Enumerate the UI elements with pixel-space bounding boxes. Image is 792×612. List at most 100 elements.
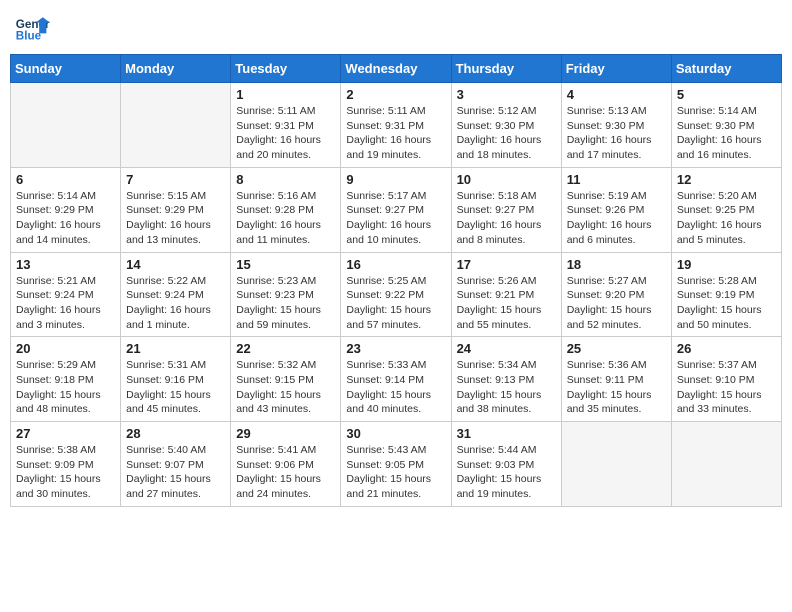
weekday-header-thursday: Thursday — [451, 55, 561, 83]
weekday-header-tuesday: Tuesday — [231, 55, 341, 83]
day-number: 29 — [236, 426, 335, 441]
calendar-cell: 29 Sunrise: 5:41 AM Sunset: 9:06 PM Dayli… — [231, 422, 341, 507]
day-info: Sunrise: 5:25 AM Sunset: 9:22 PM Dayligh… — [346, 274, 445, 333]
day-number: 21 — [126, 341, 225, 356]
calendar-cell: 17 Sunrise: 5:26 AM Sunset: 9:21 PM Dayli… — [451, 252, 561, 337]
weekday-header-wednesday: Wednesday — [341, 55, 451, 83]
calendar-cell — [561, 422, 671, 507]
day-number: 14 — [126, 257, 225, 272]
day-number: 15 — [236, 257, 335, 272]
logo: General Blue — [14, 10, 50, 46]
calendar-cell: 14 Sunrise: 5:22 AM Sunset: 9:24 PM Dayli… — [121, 252, 231, 337]
calendar-cell: 31 Sunrise: 5:44 AM Sunset: 9:03 PM Dayli… — [451, 422, 561, 507]
calendar-cell: 4 Sunrise: 5:13 AM Sunset: 9:30 PM Daylig… — [561, 83, 671, 168]
calendar-cell: 30 Sunrise: 5:43 AM Sunset: 9:05 PM Dayli… — [341, 422, 451, 507]
calendar-cell: 26 Sunrise: 5:37 AM Sunset: 9:10 PM Dayli… — [671, 337, 781, 422]
calendar-cell: 20 Sunrise: 5:29 AM Sunset: 9:18 PM Dayli… — [11, 337, 121, 422]
weekday-header-saturday: Saturday — [671, 55, 781, 83]
day-number: 26 — [677, 341, 776, 356]
weekday-header-friday: Friday — [561, 55, 671, 83]
day-info: Sunrise: 5:11 AM Sunset: 9:31 PM Dayligh… — [236, 104, 335, 163]
day-number: 28 — [126, 426, 225, 441]
day-number: 16 — [346, 257, 445, 272]
day-number: 25 — [567, 341, 666, 356]
calendar-cell: 10Sunrise: 5:18 AM Sunset: 9:27 PM Dayli… — [451, 167, 561, 252]
day-number: 19 — [677, 257, 776, 272]
day-info: Sunrise: 5:23 AM Sunset: 9:23 PM Dayligh… — [236, 274, 335, 333]
day-number: 24 — [457, 341, 556, 356]
day-info: Sunrise: 5:26 AM Sunset: 9:21 PM Dayligh… — [457, 274, 556, 333]
day-info: Sunrise: 5:11 AM Sunset: 9:31 PM Dayligh… — [346, 104, 445, 163]
week-row-2: 6Sunrise: 5:14 AM Sunset: 9:29 PM Daylig… — [11, 167, 782, 252]
day-info: Sunrise: 5:12 AM Sunset: 9:30 PM Dayligh… — [457, 104, 556, 163]
day-info: Sunrise: 5:29 AM Sunset: 9:18 PM Dayligh… — [16, 358, 115, 417]
day-number: 18 — [567, 257, 666, 272]
day-info: Sunrise: 5:27 AM Sunset: 9:20 PM Dayligh… — [567, 274, 666, 333]
page-header: General Blue — [10, 10, 782, 46]
calendar-cell: 27 Sunrise: 5:38 AM Sunset: 9:09 PM Dayli… — [11, 422, 121, 507]
day-info: Sunrise: 5:40 AM Sunset: 9:07 PM Dayligh… — [126, 443, 225, 502]
calendar-cell: 16 Sunrise: 5:25 AM Sunset: 9:22 PM Dayli… — [341, 252, 451, 337]
day-info: Sunrise: 5:44 AM Sunset: 9:03 PM Dayligh… — [457, 443, 556, 502]
calendar-cell: 7 Sunrise: 5:15 AM Sunset: 9:29 PM Daylig… — [121, 167, 231, 252]
day-number: 17 — [457, 257, 556, 272]
day-info: Sunrise: 5:36 AM Sunset: 9:11 PM Dayligh… — [567, 358, 666, 417]
day-number: 20 — [16, 341, 115, 356]
day-number: 9 — [346, 172, 445, 187]
day-info: Sunrise: 5:38 AM Sunset: 9:09 PM Dayligh… — [16, 443, 115, 502]
week-row-4: 20 Sunrise: 5:29 AM Sunset: 9:18 PM Dayli… — [11, 337, 782, 422]
day-number: 4 — [567, 87, 666, 102]
calendar-cell: 22Sunrise: 5:32 AM Sunset: 9:15 PM Dayli… — [231, 337, 341, 422]
calendar-cell: 21 Sunrise: 5:31 AM Sunset: 9:16 PM Dayli… — [121, 337, 231, 422]
day-info: Sunrise: 5:20 AM Sunset: 9:25 PM Dayligh… — [677, 189, 776, 248]
day-number: 30 — [346, 426, 445, 441]
day-number: 7 — [126, 172, 225, 187]
day-number: 8 — [236, 172, 335, 187]
day-info: Sunrise: 5:37 AM Sunset: 9:10 PM Dayligh… — [677, 358, 776, 417]
calendar-cell: 9Sunrise: 5:17 AM Sunset: 9:27 PM Daylig… — [341, 167, 451, 252]
calendar-cell: 5Sunrise: 5:14 AM Sunset: 9:30 PM Daylig… — [671, 83, 781, 168]
day-number: 5 — [677, 87, 776, 102]
day-number: 3 — [457, 87, 556, 102]
day-number: 23 — [346, 341, 445, 356]
day-number: 1 — [236, 87, 335, 102]
week-row-1: 1 Sunrise: 5:11 AM Sunset: 9:31 PM Daylig… — [11, 83, 782, 168]
calendar-cell: 1 Sunrise: 5:11 AM Sunset: 9:31 PM Daylig… — [231, 83, 341, 168]
day-info: Sunrise: 5:41 AM Sunset: 9:06 PM Dayligh… — [236, 443, 335, 502]
calendar-cell: 2 Sunrise: 5:11 AM Sunset: 9:31 PM Daylig… — [341, 83, 451, 168]
day-info: Sunrise: 5:13 AM Sunset: 9:30 PM Dayligh… — [567, 104, 666, 163]
calendar-cell: 12Sunrise: 5:20 AM Sunset: 9:25 PM Dayli… — [671, 167, 781, 252]
calendar-cell: 6Sunrise: 5:14 AM Sunset: 9:29 PM Daylig… — [11, 167, 121, 252]
day-info: Sunrise: 5:28 AM Sunset: 9:19 PM Dayligh… — [677, 274, 776, 333]
day-number: 13 — [16, 257, 115, 272]
calendar-table: SundayMondayTuesdayWednesdayThursdayFrid… — [10, 54, 782, 507]
day-number: 10 — [457, 172, 556, 187]
calendar-cell: 25 Sunrise: 5:36 AM Sunset: 9:11 PM Dayli… — [561, 337, 671, 422]
svg-text:Blue: Blue — [16, 30, 42, 43]
calendar-cell: 11 Sunrise: 5:19 AM Sunset: 9:26 PM Dayli… — [561, 167, 671, 252]
calendar-cell — [121, 83, 231, 168]
calendar-cell — [671, 422, 781, 507]
day-number: 31 — [457, 426, 556, 441]
weekday-header-monday: Monday — [121, 55, 231, 83]
day-info: Sunrise: 5:21 AM Sunset: 9:24 PM Dayligh… — [16, 274, 115, 333]
week-row-5: 27 Sunrise: 5:38 AM Sunset: 9:09 PM Dayli… — [11, 422, 782, 507]
day-info: Sunrise: 5:22 AM Sunset: 9:24 PM Dayligh… — [126, 274, 225, 333]
calendar-cell: 19 Sunrise: 5:28 AM Sunset: 9:19 PM Dayli… — [671, 252, 781, 337]
day-info: Sunrise: 5:19 AM Sunset: 9:26 PM Dayligh… — [567, 189, 666, 248]
day-number: 2 — [346, 87, 445, 102]
day-info: Sunrise: 5:32 AM Sunset: 9:15 PM Dayligh… — [236, 358, 335, 417]
week-row-3: 13 Sunrise: 5:21 AM Sunset: 9:24 PM Dayli… — [11, 252, 782, 337]
calendar-cell: 28 Sunrise: 5:40 AM Sunset: 9:07 PM Dayli… — [121, 422, 231, 507]
calendar-cell — [11, 83, 121, 168]
day-number: 11 — [567, 172, 666, 187]
weekday-header-row: SundayMondayTuesdayWednesdayThursdayFrid… — [11, 55, 782, 83]
day-info: Sunrise: 5:43 AM Sunset: 9:05 PM Dayligh… — [346, 443, 445, 502]
calendar-cell: 3 Sunrise: 5:12 AM Sunset: 9:30 PM Daylig… — [451, 83, 561, 168]
day-info: Sunrise: 5:16 AM Sunset: 9:28 PM Dayligh… — [236, 189, 335, 248]
day-info: Sunrise: 5:31 AM Sunset: 9:16 PM Dayligh… — [126, 358, 225, 417]
calendar-cell: 8 Sunrise: 5:16 AM Sunset: 9:28 PM Daylig… — [231, 167, 341, 252]
day-info: Sunrise: 5:15 AM Sunset: 9:29 PM Dayligh… — [126, 189, 225, 248]
day-number: 6 — [16, 172, 115, 187]
day-number: 27 — [16, 426, 115, 441]
